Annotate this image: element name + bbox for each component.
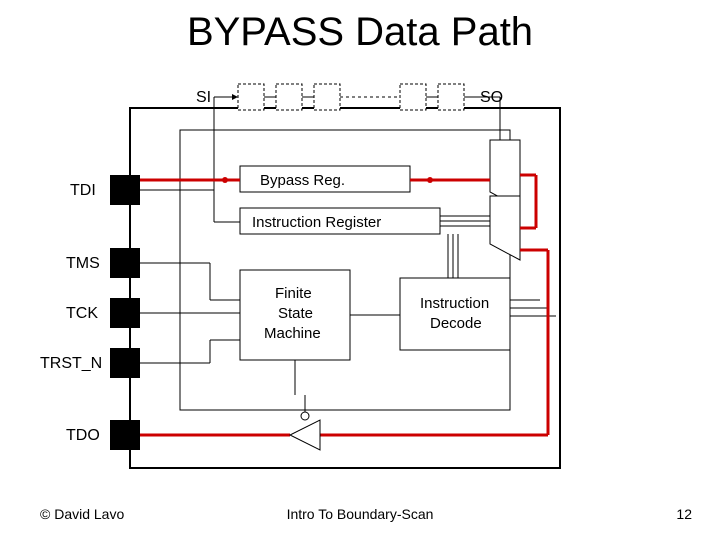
node-dot <box>222 177 228 183</box>
lower-mux <box>490 196 520 260</box>
tms-label: TMS <box>66 255 100 272</box>
decode-line2: Decode <box>430 315 482 332</box>
tms-pad <box>110 248 140 278</box>
node-dot <box>427 177 433 183</box>
trstn-pad <box>110 348 140 378</box>
footer-center: Intro To Boundary-Scan <box>0 506 720 522</box>
tck-label: TCK <box>66 305 98 322</box>
tdi-pad <box>110 175 140 205</box>
footer-right: 12 <box>676 506 692 522</box>
si-label: SI <box>196 89 211 106</box>
fsm-line1: Finite <box>275 285 312 302</box>
tdo-label: TDO <box>66 427 100 444</box>
pin-pads <box>110 175 140 450</box>
bypass-reg-label: Bypass Reg. <box>260 172 345 189</box>
tdo-pad <box>110 420 140 450</box>
tdi-label: TDI <box>70 182 96 199</box>
instruction-decode-block <box>400 278 510 350</box>
instruction-register-label: Instruction Register <box>252 214 381 231</box>
trstn-label: TRST_N <box>40 355 102 372</box>
tck-pad <box>110 298 140 328</box>
slide: BYPASS Data Path SI SO <box>0 0 720 540</box>
decode-line1: Instruction <box>420 295 489 312</box>
tdo-buffer <box>290 395 320 450</box>
diagram-svg: SI SO TDI TMS TCK TRST_N TDO Bypass Reg.… <box>0 0 720 540</box>
fsm-line3: Machine <box>264 325 321 342</box>
fsm-line2: State <box>278 305 313 322</box>
